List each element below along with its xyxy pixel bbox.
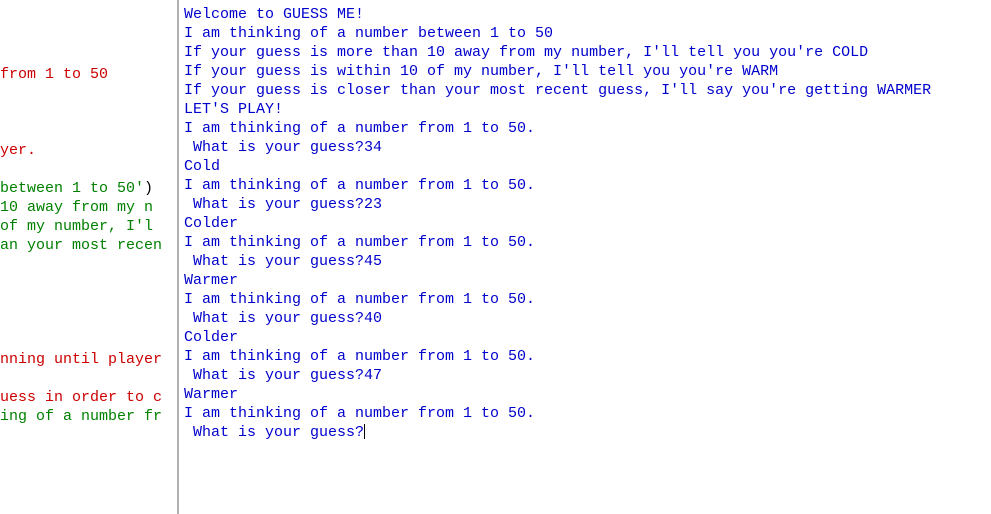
output-feedback: Cold <box>184 158 220 175</box>
ide-window: from 1 to 50 yer. between 1 to 50') 10 a… <box>0 0 991 514</box>
user-input: 40 <box>364 310 382 327</box>
input-prompt: What is your guess? <box>184 310 364 327</box>
output-feedback: Colder <box>184 329 238 346</box>
input-prompt: What is your guess? <box>184 196 364 213</box>
code-line: an your most recen <box>0 236 177 255</box>
code-line: yer. <box>0 141 177 160</box>
output-line: I am thinking of a number from 1 to 50. <box>184 405 535 422</box>
output-line: Welcome to GUESS ME! <box>184 6 364 23</box>
user-input: 34 <box>364 139 382 156</box>
code-line: from 1 to 50 <box>0 65 177 84</box>
output-line: If your guess is within 10 of my number,… <box>184 63 778 80</box>
input-prompt: What is your guess? <box>184 139 364 156</box>
code-line: between 1 to 50') <box>0 179 177 198</box>
input-prompt: What is your guess? <box>184 367 364 384</box>
user-input: 23 <box>364 196 382 213</box>
output-feedback: Colder <box>184 215 238 232</box>
user-input: 45 <box>364 253 382 270</box>
output-line: I am thinking of a number from 1 to 50. <box>184 348 535 365</box>
output-line: I am thinking of a number between 1 to 5… <box>184 25 553 42</box>
code-line: 10 away from my n <box>0 198 177 217</box>
output-feedback: Warmer <box>184 386 238 403</box>
output-line: LET'S PLAY! <box>184 101 283 118</box>
user-input: 47 <box>364 367 382 384</box>
code-line: nning until player <box>0 350 177 369</box>
code-editor-pane[interactable]: from 1 to 50 yer. between 1 to 50') 10 a… <box>0 0 177 514</box>
output-feedback: Warmer <box>184 272 238 289</box>
output-line: If your guess is more than 10 away from … <box>184 44 868 61</box>
input-prompt: What is your guess? <box>184 253 364 270</box>
output-line: If your guess is closer than your most r… <box>184 82 931 99</box>
output-line: I am thinking of a number from 1 to 50. <box>184 234 535 251</box>
code-line: of my number, I'l <box>0 217 177 236</box>
code-line: ing of a number fr <box>0 407 177 426</box>
input-prompt: What is your guess? <box>184 424 364 441</box>
output-line: I am thinking of a number from 1 to 50. <box>184 177 535 194</box>
code-line: uess in order to c <box>0 388 177 407</box>
output-line: I am thinking of a number from 1 to 50. <box>184 120 535 137</box>
text-cursor <box>364 424 365 439</box>
output-line: I am thinking of a number from 1 to 50. <box>184 291 535 308</box>
console-output-pane[interactable]: Welcome to GUESS ME! I am thinking of a … <box>179 0 991 514</box>
